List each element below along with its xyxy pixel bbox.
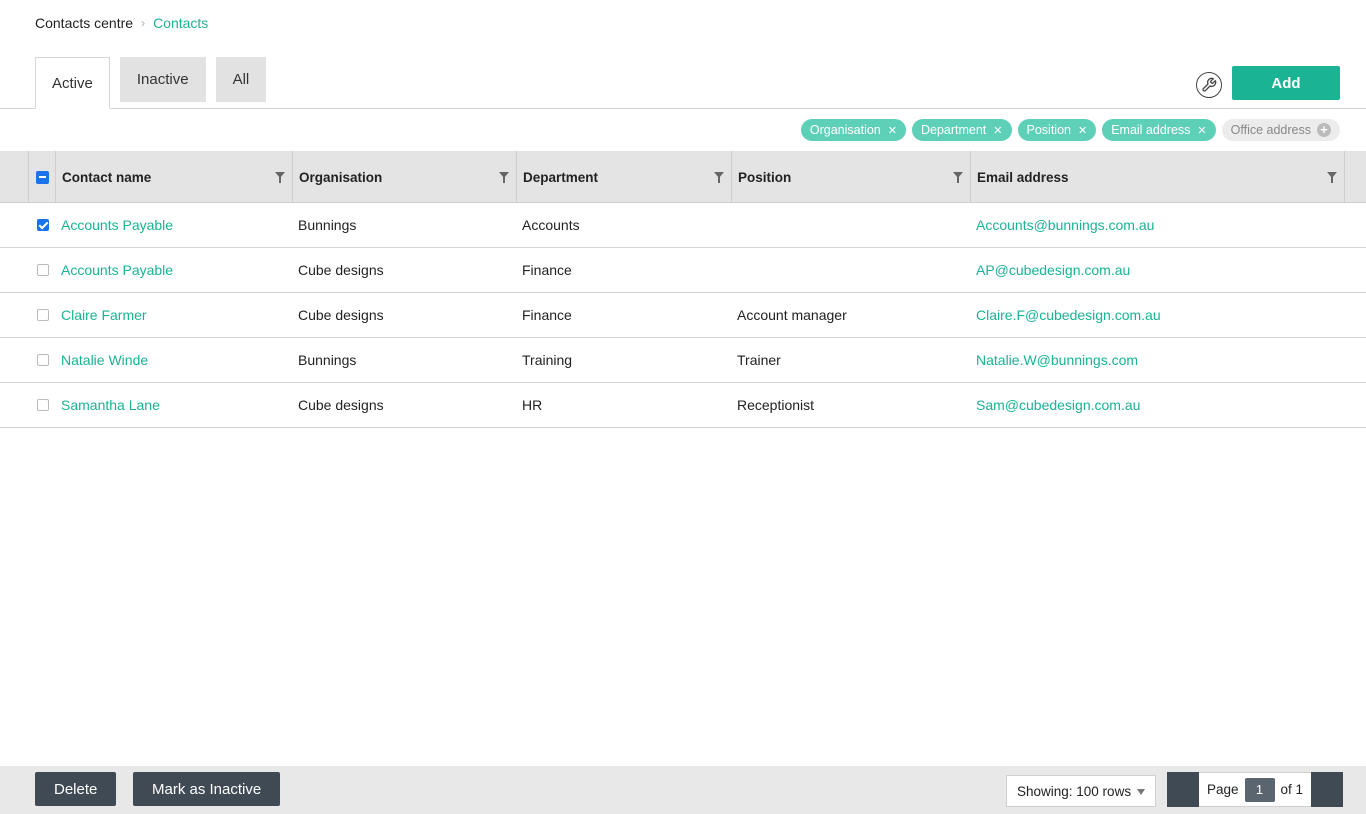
table-row[interactable]: Natalie Winde Bunnings Training Trainer …	[0, 338, 1366, 383]
delete-button[interactable]: Delete	[35, 772, 117, 806]
add-contact-button[interactable]: Add	[1232, 66, 1340, 100]
table-row[interactable]: Accounts Payable Bunnings Accounts Accou…	[0, 203, 1366, 248]
contacts-table: Contact name Organisation Department Pos…	[0, 151, 1366, 428]
filter-icon[interactable]	[1327, 172, 1337, 183]
contact-name-link[interactable]: Samantha Lane	[56, 397, 293, 413]
organisation-cell: Cube designs	[298, 397, 384, 413]
select-all-checkbox[interactable]	[35, 170, 49, 184]
table-header: Contact name Organisation Department Pos…	[0, 151, 1366, 203]
department-cell: Accounts	[522, 217, 580, 233]
chip-organisation[interactable]: Organisation ✕	[800, 119, 906, 141]
chip-label: Organisation	[809, 123, 881, 137]
department-cell: Finance	[522, 262, 572, 278]
tab-all[interactable]: All	[215, 57, 267, 102]
header-select-cell	[0, 151, 56, 203]
chip-email-address[interactable]: Email address ✕	[1102, 119, 1216, 141]
row-checkbox[interactable]	[37, 399, 49, 411]
position-cell: Receptionist	[737, 397, 815, 413]
column-header-position[interactable]: Position	[732, 151, 971, 203]
filter-icon[interactable]	[499, 172, 509, 183]
table-row[interactable]: Accounts Payable Cube designs Finance AP…	[0, 248, 1366, 293]
breadcrumb-root[interactable]: Contacts centre	[35, 15, 133, 31]
position-cell: Trainer	[737, 352, 781, 368]
contact-name-link[interactable]: Natalie Winde	[56, 352, 293, 368]
organisation-cell: Bunnings	[298, 217, 357, 233]
row-checkbox[interactable]	[37, 264, 49, 276]
filter-icon[interactable]	[953, 172, 963, 183]
plus-icon[interactable]: +	[1317, 123, 1331, 137]
row-checkbox[interactable]	[37, 219, 49, 231]
organisation-cell: Bunnings	[298, 352, 357, 368]
page-label: Page	[1207, 782, 1239, 797]
filter-icon[interactable]	[275, 172, 285, 183]
breadcrumb-current[interactable]: Contacts	[153, 15, 208, 31]
column-chips: Organisation ✕ Department ✕ Position ✕ E…	[795, 119, 1340, 141]
email-link[interactable]: Natalie.W@bunnings.com	[971, 352, 1345, 368]
contact-name-link[interactable]: Claire Farmer	[56, 307, 293, 323]
position-cell: Account manager	[737, 307, 847, 323]
close-icon[interactable]: ✕	[1197, 124, 1206, 137]
organisation-cell: Cube designs	[298, 262, 384, 278]
mark-inactive-button[interactable]: Mark as Inactive	[133, 772, 281, 806]
wrench-icon[interactable]	[1196, 72, 1222, 98]
pagination: Page 1 of 1	[1167, 772, 1344, 807]
department-cell: Training	[522, 352, 573, 368]
column-header-organisation[interactable]: Organisation	[293, 151, 517, 203]
close-icon[interactable]: ✕	[1078, 124, 1087, 137]
department-cell: HR	[522, 397, 543, 413]
organisation-cell: Cube designs	[298, 307, 384, 323]
breadcrumb: Contacts centre › Contacts	[35, 15, 208, 31]
chip-label: Office address	[1230, 123, 1311, 137]
prev-page-button[interactable]	[1167, 772, 1199, 807]
next-page-button[interactable]	[1311, 772, 1344, 807]
rows-per-page-label: Showing: 100 rows	[1017, 783, 1132, 799]
table-row[interactable]: Claire Farmer Cube designs Finance Accou…	[0, 293, 1366, 338]
column-header-email-address[interactable]: Email address	[971, 151, 1345, 203]
row-checkbox[interactable]	[37, 354, 49, 366]
caret-down-icon	[1137, 789, 1145, 795]
email-link[interactable]: Accounts@bunnings.com.au	[971, 217, 1345, 233]
rows-per-page-select[interactable]: Showing: 100 rows	[1006, 775, 1156, 807]
department-cell: Finance	[522, 307, 572, 323]
table-row[interactable]: Samantha Lane Cube designs HR Receptioni…	[0, 383, 1366, 428]
chevron-right-icon: ›	[141, 16, 146, 30]
close-icon[interactable]: ✕	[993, 124, 1002, 137]
chip-label: Department	[920, 123, 987, 137]
page-indicator: Page 1 of 1	[1199, 772, 1312, 807]
tabs-divider	[0, 108, 1366, 109]
email-link[interactable]: Sam@cubedesign.com.au	[971, 397, 1345, 413]
column-header-department[interactable]: Department	[517, 151, 732, 203]
status-tabs: Active Inactive All	[35, 57, 276, 109]
chip-office-address[interactable]: Office address +	[1221, 119, 1340, 141]
contact-name-link[interactable]: Accounts Payable	[56, 217, 293, 233]
email-link[interactable]: Claire.F@cubedesign.com.au	[971, 307, 1345, 323]
footer-bar: Delete Mark as Inactive Showing: 100 row…	[0, 766, 1366, 814]
tab-active[interactable]: Active	[35, 57, 110, 109]
chip-label: Position	[1026, 123, 1071, 137]
page-of-label: of 1	[1280, 782, 1304, 797]
tab-inactive[interactable]: Inactive	[119, 57, 206, 102]
chip-position[interactable]: Position ✕	[1017, 119, 1097, 141]
chip-department[interactable]: Department ✕	[911, 119, 1012, 141]
row-checkbox[interactable]	[37, 309, 49, 321]
close-icon[interactable]: ✕	[888, 124, 897, 137]
filter-icon[interactable]	[714, 172, 724, 183]
email-link[interactable]: AP@cubedesign.com.au	[971, 262, 1345, 278]
page-number-input[interactable]: 1	[1244, 777, 1275, 802]
column-header-contact-name[interactable]: Contact name	[56, 151, 293, 203]
contact-name-link[interactable]: Accounts Payable	[56, 262, 293, 278]
chip-label: Email address	[1111, 123, 1191, 137]
